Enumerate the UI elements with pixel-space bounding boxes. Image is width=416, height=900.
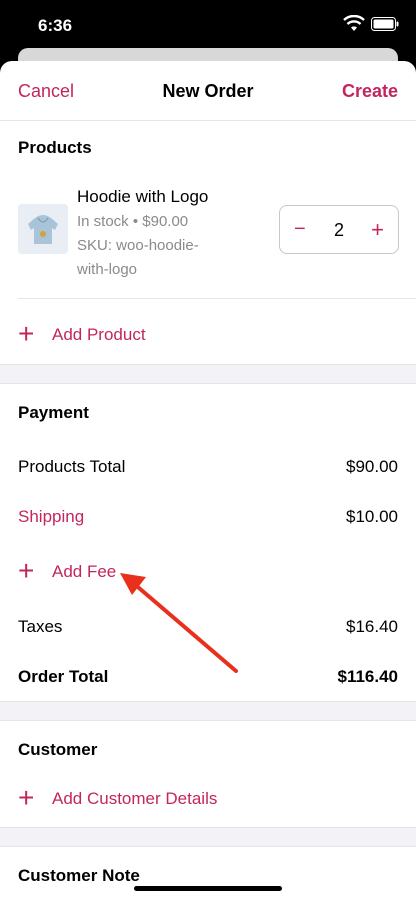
home-indicator — [134, 886, 282, 891]
product-thumbnail — [18, 204, 68, 254]
shipping-value: $10.00 — [346, 507, 398, 526]
add-product-label: Add Product — [52, 325, 146, 344]
product-meta: In stock • $90.00 SKU: woo-hoodie- with-… — [77, 210, 257, 282]
products-total-label: Products Total — [18, 457, 126, 476]
new-order-sheet: Cancel New Order Create Products Hoodie … — [0, 61, 416, 900]
hoodie-thumbnail — [28, 215, 58, 244]
products-total-value: $90.00 — [346, 457, 398, 476]
plus-icon: + — [18, 555, 35, 586]
product-sku-cont: with-logo — [77, 261, 138, 278]
product-name: Hoodie with Logo — [77, 187, 209, 206]
increment-button[interactable]: + — [371, 217, 384, 243]
taxes-value: $16.40 — [346, 617, 398, 636]
section-separator — [0, 827, 416, 847]
product-sku: SKU: woo-hoodie- — [77, 237, 199, 254]
navigation-bar: Cancel New Order Create — [0, 61, 416, 121]
plus-icon: + — [18, 782, 35, 813]
annotation-arrow — [120, 573, 238, 673]
status-bar: 6:36 — [0, 0, 416, 48]
customer-note-section-title: Customer Note — [18, 866, 140, 885]
plus-icon: + — [18, 318, 35, 349]
wifi-icon — [343, 15, 365, 31]
quantity-stepper: − 2 + — [279, 205, 399, 254]
customer-section-title: Customer — [18, 740, 98, 759]
products-section-title: Products — [18, 138, 92, 157]
section-separator — [0, 364, 416, 384]
shipping-button[interactable]: Shipping — [18, 507, 84, 527]
order-total-value: $116.40 — [337, 667, 398, 686]
create-button[interactable]: Create — [342, 81, 398, 102]
payment-section-title: Payment — [18, 403, 89, 422]
taxes-label: Taxes — [18, 617, 63, 636]
divider — [18, 298, 416, 299]
add-customer-details-label: Add Customer Details — [52, 789, 218, 808]
battery-icon — [371, 17, 399, 31]
add-fee-label: Add Fee — [52, 562, 117, 581]
order-total-label: Order Total — [18, 667, 109, 686]
status-time: 6:36 — [38, 16, 73, 35]
section-separator — [0, 701, 416, 721]
product-stock-price: In stock • $90.00 — [77, 213, 189, 230]
